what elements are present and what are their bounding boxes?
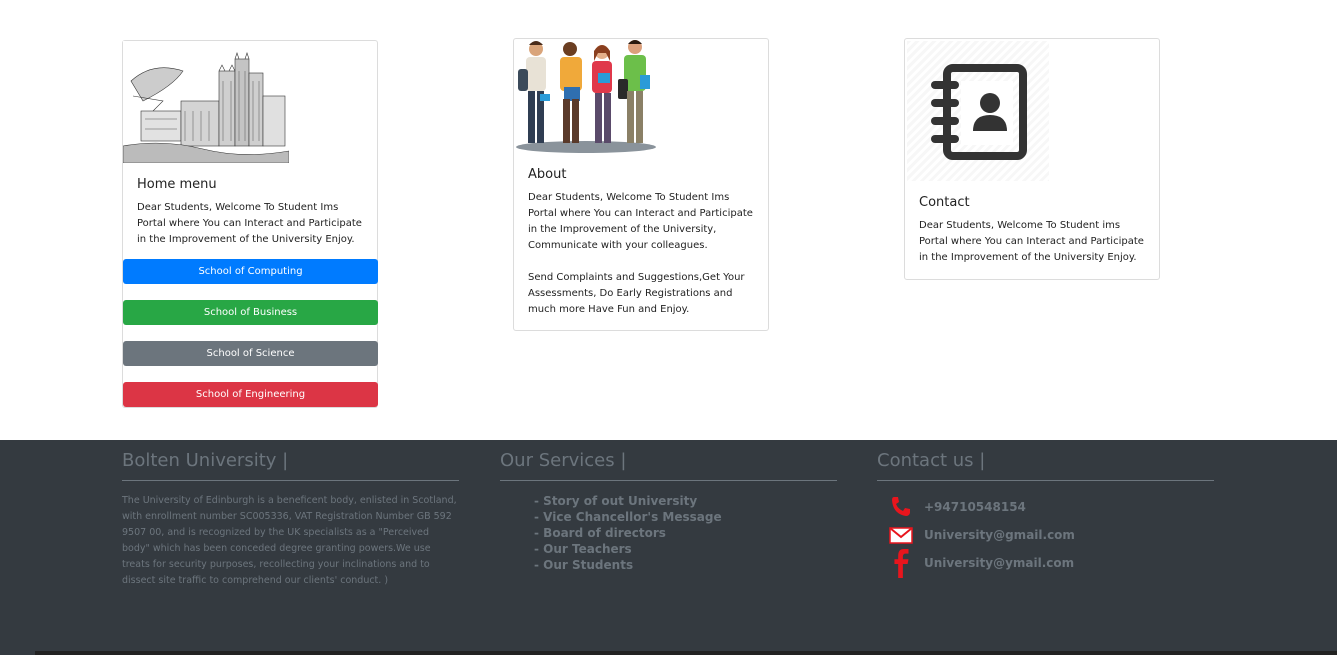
service-link-story[interactable]: Story of out University xyxy=(543,494,697,508)
contact-facebook-row[interactable]: University@ymail.com xyxy=(877,548,1214,578)
footer-services-heading: Our Services | xyxy=(500,450,837,481)
page-bottom-edge xyxy=(35,651,1337,655)
university-building-image xyxy=(123,41,289,163)
contact-phone-row[interactable]: +94710548154 xyxy=(877,493,1214,521)
footer-contact-column: Contact us | +94710548154 University@gma… xyxy=(877,450,1214,578)
contact-card: Contact Dear Students, Welcome To Studen… xyxy=(904,38,1160,280)
contact-phone-text: +94710548154 xyxy=(924,500,1026,514)
footer-about-column: Bolten University | The University of Ed… xyxy=(122,450,459,589)
footer-services-column: Our Services | - Story of out University… xyxy=(500,450,837,573)
contact-book-image xyxy=(907,41,1049,181)
footer-contact-heading: Contact us | xyxy=(877,450,1214,481)
school-of-science-button[interactable]: School of Science xyxy=(123,341,378,366)
school-of-engineering-button[interactable]: School of Engineering xyxy=(123,382,378,407)
about-card: About Dear Students, Welcome To Student … xyxy=(513,38,769,331)
home-menu-card: Home menu Dear Students, Welcome To Stud… xyxy=(122,40,378,408)
students-illustration xyxy=(516,40,656,153)
school-of-business-button[interactable]: School of Business xyxy=(123,300,378,325)
services-list-item: - Vice Chancellor's Message xyxy=(534,510,722,524)
service-link-vc-message[interactable]: Vice Chancellor's Message xyxy=(543,510,721,524)
facebook-icon xyxy=(894,548,909,578)
card-text: Dear Students, Welcome To Student Ims Po… xyxy=(528,192,753,315)
service-link-teachers[interactable]: Our Teachers xyxy=(543,542,632,556)
card-title: Contact xyxy=(919,195,970,210)
services-list-item: - Board of directors xyxy=(534,526,666,540)
phone-icon xyxy=(892,497,910,516)
services-list-item: - Our Teachers xyxy=(534,542,632,556)
card-title: About xyxy=(528,167,567,182)
card-text: Dear Students, Welcome To Student ims Po… xyxy=(919,220,1144,263)
services-list-item: - Story of out University xyxy=(534,494,698,508)
services-list: - Story of out University - Vice Chancel… xyxy=(500,493,837,573)
contact-email-text: University@gmail.com xyxy=(924,528,1075,542)
card-title: Home menu xyxy=(137,177,217,192)
footer-about-text: The University of Edinburgh is a benefic… xyxy=(122,495,457,586)
mail-icon xyxy=(889,527,913,544)
services-list-item: - Our Students xyxy=(534,558,634,572)
site-footer: Bolten University | The University of Ed… xyxy=(0,440,1337,655)
contact-book-icon xyxy=(931,64,1027,160)
card-text: Dear Students, Welcome To Student Ims Po… xyxy=(137,202,362,245)
service-link-students[interactable]: Our Students xyxy=(543,558,633,572)
contact-email-row[interactable]: University@gmail.com xyxy=(877,521,1214,549)
school-of-computing-button[interactable]: School of Computing xyxy=(123,259,378,284)
contact-facebook-text: University@ymail.com xyxy=(924,556,1075,570)
service-link-board[interactable]: Board of directors xyxy=(543,526,666,540)
footer-about-heading: Bolten University | xyxy=(122,450,459,481)
